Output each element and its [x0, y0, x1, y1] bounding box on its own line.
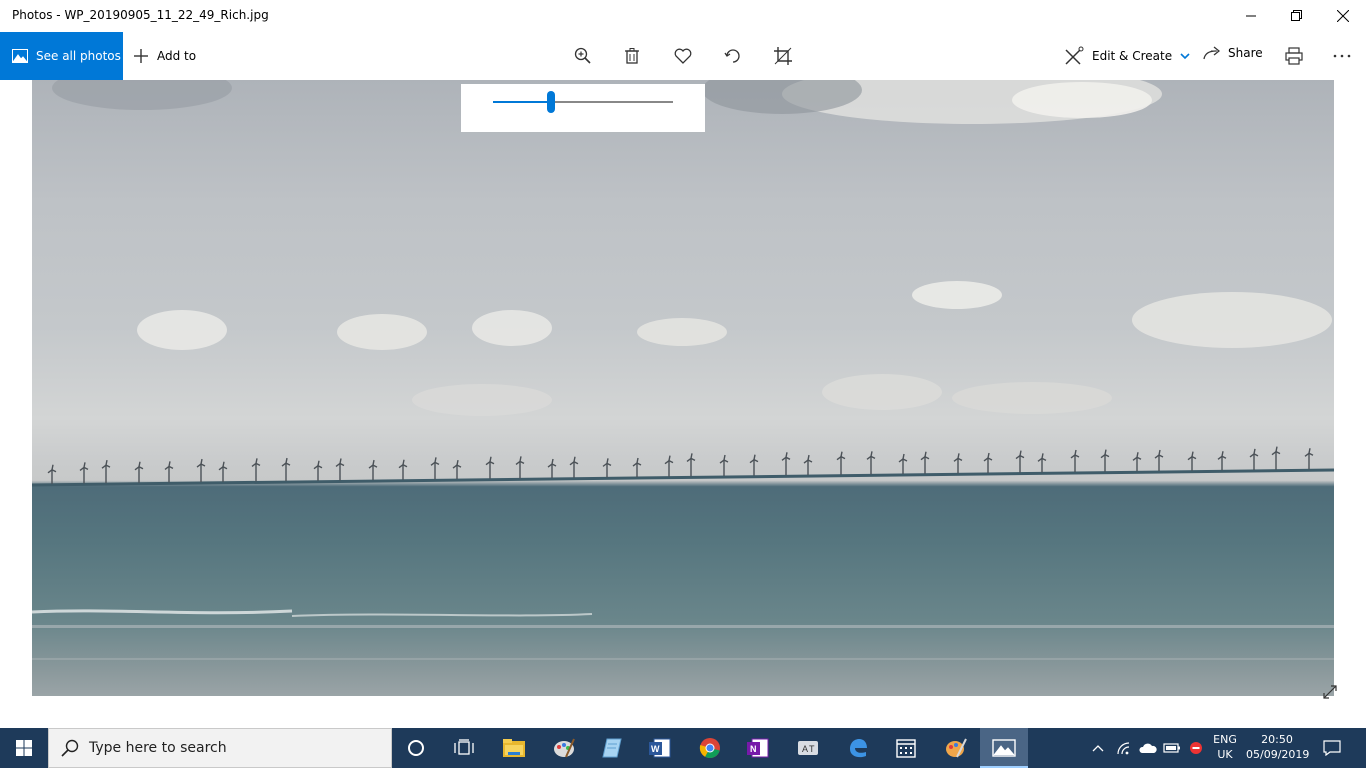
- task-view-button[interactable]: [440, 728, 488, 768]
- cortana-button[interactable]: [392, 728, 440, 768]
- crop-icon: [774, 47, 792, 65]
- taskbar-app-file-explorer[interactable]: [490, 728, 538, 768]
- svg-text:A: A: [802, 744, 808, 754]
- battery-icon: [1163, 743, 1180, 753]
- language-region: UK: [1217, 748, 1233, 761]
- svg-text:W: W: [651, 744, 660, 754]
- share-label: Share: [1228, 46, 1263, 60]
- taskbar-app-paint[interactable]: [540, 728, 588, 768]
- onenote-icon: N: [747, 738, 769, 758]
- zoom-icon: [574, 47, 591, 64]
- minimize-icon: [1246, 15, 1256, 17]
- chevron-up-icon: [1092, 745, 1104, 752]
- windows-logo-icon: [16, 740, 32, 756]
- close-button[interactable]: [1320, 0, 1366, 32]
- more-icon: [1333, 54, 1351, 58]
- delete-icon: [625, 48, 639, 64]
- battery-button[interactable]: [1162, 738, 1182, 758]
- translator-icon: AT: [798, 741, 818, 755]
- security-button[interactable]: [1186, 738, 1206, 758]
- see-all-photos-button[interactable]: See all photos: [0, 32, 123, 80]
- notepad-icon: [602, 738, 622, 758]
- paint3d-icon: [946, 738, 967, 758]
- word-icon: W: [649, 738, 671, 758]
- security-icon: [1190, 742, 1202, 754]
- language-code: ENG: [1213, 733, 1237, 746]
- chevron-down-icon: [1180, 53, 1190, 60]
- taskbar-app-word[interactable]: W: [636, 728, 684, 768]
- action-center-button[interactable]: [1320, 738, 1344, 758]
- onedrive-button[interactable]: [1138, 738, 1158, 758]
- photos-icon: [992, 739, 1016, 757]
- language-indicator[interactable]: ENG UK: [1212, 732, 1238, 762]
- taskbar-search-box[interactable]: Type here to search: [48, 728, 392, 768]
- clock[interactable]: 20:50 05/09/2019: [1246, 732, 1310, 762]
- taskbar-app-calendar[interactable]: [882, 728, 930, 768]
- taskbar-app-translator[interactable]: AT: [784, 728, 832, 768]
- network-button[interactable]: [1114, 738, 1134, 758]
- delete-button[interactable]: [616, 40, 648, 72]
- svg-text:N: N: [750, 744, 757, 754]
- search-icon: [61, 739, 79, 757]
- zoom-button[interactable]: [567, 40, 599, 72]
- add-to-label: Add to: [157, 49, 197, 63]
- taskbar-app-photos[interactable]: [980, 728, 1028, 768]
- seascape-picture: [32, 80, 1334, 660]
- photo-viewport[interactable]: [0, 80, 1366, 728]
- edge-icon: [850, 739, 867, 758]
- favorite-button[interactable]: [667, 40, 699, 72]
- edit-create-icon: [1065, 46, 1084, 65]
- chrome-icon: [699, 738, 720, 759]
- zoom-panel: [461, 84, 705, 132]
- full-screen-button[interactable]: [1320, 682, 1340, 702]
- taskbar-app-onenote[interactable]: N: [734, 728, 782, 768]
- file-explorer-icon: [503, 739, 525, 757]
- wifi-icon: [1117, 742, 1130, 755]
- rotate-button[interactable]: [717, 40, 749, 72]
- notifications-icon: [1323, 740, 1341, 756]
- start-button[interactable]: [0, 728, 48, 768]
- print-button[interactable]: [1278, 40, 1310, 72]
- paint-icon: [554, 738, 575, 758]
- close-icon: [1337, 10, 1349, 22]
- favorite-icon: [674, 48, 692, 64]
- rotate-icon: [724, 49, 740, 63]
- restore-icon: [1291, 10, 1302, 21]
- print-icon: [1285, 47, 1303, 65]
- add-to-button[interactable]: Add to: [133, 32, 196, 80]
- taskbar-app-edge[interactable]: [834, 728, 882, 768]
- taskbar-app-chrome[interactable]: [686, 728, 734, 768]
- onedrive-icon: [1139, 743, 1157, 753]
- plus-icon: [134, 49, 148, 63]
- see-all-photos-label: See all photos: [36, 49, 121, 63]
- share-button[interactable]: Share: [1202, 32, 1263, 74]
- search-placeholder: Type here to search: [89, 740, 227, 756]
- clock-time: 20:50: [1261, 733, 1293, 746]
- taskbar: Type here to search W N AT ENG UK 20:50 …: [0, 728, 1366, 768]
- photos-icon: [12, 49, 28, 63]
- share-icon: [1203, 46, 1220, 60]
- edit-create-button[interactable]: Edit & Create: [1064, 32, 1198, 80]
- cortana-icon: [408, 740, 424, 756]
- calendar-icon: [896, 739, 916, 758]
- minimize-button[interactable]: [1228, 0, 1274, 32]
- taskbar-app-paint3d[interactable]: [932, 728, 980, 768]
- task-view-icon: [454, 739, 474, 755]
- taskbar-app-notepad[interactable]: [588, 728, 636, 768]
- more-button[interactable]: [1326, 40, 1358, 72]
- clock-date: 05/09/2019: [1246, 748, 1310, 761]
- photo-image: [32, 80, 1334, 696]
- title-bar: Photos - WP_20190905_11_22_49_Rich.jpg: [0, 0, 1366, 32]
- edit-create-label: Edit & Create: [1092, 49, 1173, 63]
- show-hidden-icons-button[interactable]: [1088, 738, 1108, 758]
- zoom-slider-track[interactable]: [493, 91, 673, 113]
- expand-icon: [1323, 685, 1337, 699]
- zoom-slider-fill: [493, 101, 551, 103]
- crop-button[interactable]: [767, 40, 799, 72]
- svg-text:T: T: [809, 744, 815, 754]
- restore-button[interactable]: [1274, 0, 1320, 32]
- zoom-slider-thumb[interactable]: [546, 91, 555, 113]
- window-title: Photos - WP_20190905_11_22_49_Rich.jpg: [12, 8, 269, 22]
- command-bar: See all photos Add to Edit & Create Shar…: [0, 32, 1366, 80]
